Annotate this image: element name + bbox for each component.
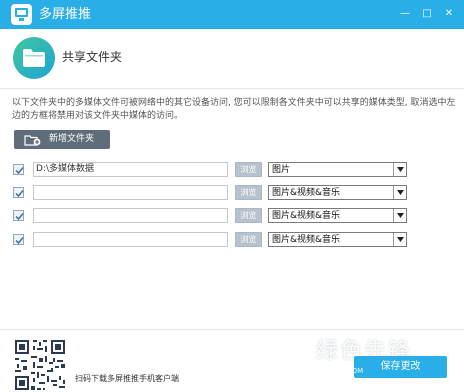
minimize-button[interactable]: — bbox=[398, 7, 412, 21]
divider bbox=[0, 88, 464, 89]
media-type-value: 图片&视频&音乐 bbox=[272, 235, 341, 245]
folder-row: 浏览 图片&视频&音乐 bbox=[0, 208, 464, 224]
folder-row: D:\多媒体数据 浏览 图片 bbox=[0, 162, 464, 178]
maximize-button[interactable]: □ bbox=[420, 7, 434, 21]
qr-code-icon bbox=[13, 338, 67, 392]
media-type-value: 图片&视频&音乐 bbox=[272, 211, 341, 221]
media-type-select[interactable]: 图片 bbox=[268, 162, 407, 177]
add-folder-button[interactable]: 新增文件夹 bbox=[14, 130, 110, 149]
window-title: 多屏推推 bbox=[39, 7, 92, 22]
page-title: 共享文件夹 bbox=[62, 50, 123, 64]
browse-button[interactable]: 浏览 bbox=[235, 162, 262, 177]
media-type-select[interactable]: 图片&视频&音乐 bbox=[268, 185, 407, 200]
folder-path-input[interactable] bbox=[33, 185, 228, 200]
chevron-down-icon[interactable] bbox=[393, 209, 406, 222]
media-type-select[interactable]: 图片&视频&音乐 bbox=[268, 232, 407, 247]
folder-checkbox[interactable] bbox=[13, 164, 24, 175]
folder-checkbox[interactable] bbox=[13, 210, 24, 221]
title-bar: 多屏推推 — □ ✕ bbox=[0, 0, 464, 29]
media-type-select[interactable]: 图片&视频&音乐 bbox=[268, 208, 407, 223]
qr-caption: 扫码下载多屏推推手机客户端 bbox=[75, 374, 179, 383]
chevron-down-icon[interactable] bbox=[393, 163, 406, 176]
folder-path-input[interactable] bbox=[33, 208, 228, 223]
divider bbox=[0, 329, 464, 330]
close-button[interactable]: ✕ bbox=[442, 7, 456, 21]
add-folder-label: 新增文件夹 bbox=[49, 134, 95, 144]
browse-button[interactable]: 浏览 bbox=[235, 185, 262, 200]
folder-row: 浏览 图片&视频&音乐 bbox=[0, 185, 464, 201]
browse-button[interactable]: 浏览 bbox=[235, 232, 262, 247]
folder-path-input[interactable]: D:\多媒体数据 bbox=[33, 162, 228, 177]
browse-button[interactable]: 浏览 bbox=[235, 208, 262, 223]
folder-checkbox[interactable] bbox=[13, 187, 24, 198]
description-text: 以下文件夹中的多媒体文件可被网络中的其它设备访问, 您可以限制各文件夹中可以共享… bbox=[12, 98, 456, 121]
media-type-value: 图片&视频&音乐 bbox=[272, 188, 341, 198]
folder-path-input[interactable] bbox=[33, 232, 228, 247]
save-changes-button[interactable]: 保存更改 bbox=[354, 356, 447, 378]
app-logo-icon bbox=[11, 4, 32, 25]
watermark-subtext: GDOWN.COM bbox=[316, 367, 364, 375]
chevron-down-icon[interactable] bbox=[393, 233, 406, 246]
add-folder-icon bbox=[24, 134, 41, 149]
folder-checkbox[interactable] bbox=[13, 234, 24, 245]
media-type-value: 图片 bbox=[272, 165, 291, 175]
folder-icon bbox=[13, 37, 55, 79]
chevron-down-icon[interactable] bbox=[393, 186, 406, 199]
folder-row: 浏览 图片&视频&音乐 bbox=[0, 232, 464, 248]
